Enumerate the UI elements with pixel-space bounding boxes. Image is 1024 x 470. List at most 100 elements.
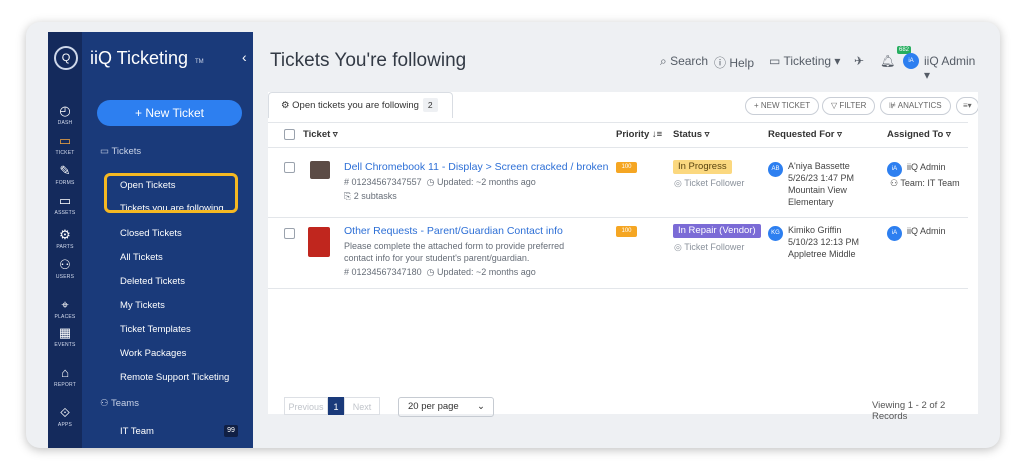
column-assigned-to[interactable]: Assigned To ▿ [887,129,951,140]
requested-for-cell: A'niya Bassette 5/26/23 1:47 PM Mountain… [788,160,878,208]
chevron-down-icon: ⌄ [477,401,485,412]
filter-icon: ▿ [834,129,842,140]
rail-label: FORMS [55,180,75,186]
rail-label: DASH [57,120,73,126]
previous-page-button[interactable]: Previous [284,397,328,415]
follower-tag: ◎ Ticket Follower [674,178,744,189]
requester-name[interactable]: Kimiko Griffin [788,224,878,236]
page-1-button[interactable]: 1 [328,397,344,415]
sidebar-item-all-tickets[interactable]: All Tickets [120,252,163,263]
assigned-team: ⚇ Team: IT Team [890,178,960,189]
sidebar-item-closed-tickets[interactable]: Closed Tickets [120,228,182,239]
highlight-outline [104,173,238,213]
gear-icon: ⚙ [59,227,71,242]
rail-label: ASSETS [54,210,76,216]
column-requested-for[interactable]: Requested For ▿ [768,129,842,140]
per-page-select[interactable]: 20 per page ⌄ [398,397,494,417]
sidebar-item-ticket-templates[interactable]: Ticket Templates [120,324,191,335]
icon-rail: ◴ DASH ▭ TICKET ✎ FORMS ▭ ASSETS ⚙ PARTS ⚇ USE… [48,32,82,448]
column-label: Assigned To [887,129,944,140]
bell-icon[interactable]: 🔔︎ [880,54,895,68]
rail-assets[interactable]: ▭ ASSETS [48,194,82,217]
rail-users[interactable]: ⚇ USERS [48,257,82,281]
rail-label: APPS [57,422,73,428]
follower-label: Ticket Follower [684,178,745,188]
divider [268,122,968,123]
team-count-badge: 99 [224,425,238,437]
column-label: Ticket [303,129,331,140]
user-icon: ⚇ [59,257,71,272]
search-label: Search [670,54,709,68]
rail-events[interactable]: ▦ EVENTS [48,326,82,349]
requester-name[interactable]: A'niya Bassette [788,160,878,172]
filter-button[interactable]: ▽ FILTER [822,97,876,115]
rail-forms[interactable]: ✎ FORMS [48,164,82,187]
column-ticket[interactable]: Ticket ▿ [303,129,338,140]
column-label: Priority [616,129,650,140]
sidebar-item-it-team[interactable]: IT Team [120,426,154,437]
new-ticket-button[interactable]: + New Ticket [97,100,242,126]
ticket-updated: Updated: ~2 months ago [436,177,536,187]
next-page-button[interactable]: Next [344,397,380,415]
tab-open-following[interactable]: ⚙ Open tickets you are following 2 [268,92,453,118]
select-all-checkbox[interactable] [284,129,295,140]
rail-places[interactable]: ⌖ PLACES [48,297,82,321]
analytics-label: ANALYTICS [897,101,942,110]
ticket-title-link[interactable]: Dell Chromebook 11 - Display > Screen cr… [344,161,608,173]
rail-label: PARTS [56,244,74,250]
send-icon[interactable]: ✈ [854,54,864,68]
requester-location: Appletree Middle [788,249,856,259]
divider [268,217,968,218]
sidebar-item-deleted-tickets[interactable]: Deleted Tickets [120,276,185,287]
rail-ticket[interactable]: ▭ TICKET [48,134,82,157]
user-name: iiQ Admin [924,54,976,68]
list-view-button[interactable]: ≡▾ [956,97,978,115]
priority-badge: 100 [616,226,637,237]
rail-apps[interactable]: ⟐ APPS [48,405,82,429]
help-link[interactable]: ⓘ Help [714,54,754,71]
brand-logo-icon: Q [54,46,78,70]
dashboard-icon: ◴ [59,103,71,118]
requested-date: 5/26/23 1:47 PM [788,173,855,183]
sidebar [82,32,253,448]
laptop-thumbnail [310,161,330,179]
row-checkbox[interactable] [284,162,295,173]
search-link[interactable]: ⌕ Search [660,54,708,69]
subtasks-link[interactable]: ⎘ 2 subtasks [344,191,397,202]
divider [268,288,968,289]
brand-trademark: TM [195,59,204,65]
tickets-card: ⚙ Open tickets you are following 2 + NEW … [268,92,978,422]
ticket-title-link[interactable]: Other Requests - Parent/Guardian Contact… [344,225,563,237]
location-pin-icon: ⌖ [61,297,69,312]
sidebar-item-work-packages[interactable]: Work Packages [120,348,186,359]
filter-icon: ▿ [702,129,710,140]
avatar: iA [887,226,902,241]
analytics-button[interactable]: ⊯ ANALYTICS [880,97,951,115]
eye-icon: ◎ [674,242,685,252]
rail-label: PLACES [54,314,76,320]
apps-icon: ⟐ [59,405,71,420]
sidebar-item-remote-support[interactable]: Remote Support Ticketing [120,372,229,383]
ticket-meta: # 01234567347180 ◷ Updated: ~2 months ag… [344,267,536,278]
clock-icon: ◷ [426,267,437,277]
collapse-sidebar-icon[interactable]: ‹ [242,49,247,65]
new-ticket-pill-button[interactable]: + NEW TICKET [745,97,820,115]
rail-dash[interactable]: ◴ DASH [48,103,82,127]
row-checkbox[interactable] [284,228,295,239]
column-priority[interactable]: Priority ↓≡ [616,129,662,140]
subtask-icon: ⎘ [344,191,354,201]
ticket-number: # 01234567347557 [344,177,422,187]
user-menu[interactable]: iiQ Admin ▾ [924,54,978,82]
module-switcher[interactable]: ▭ Ticketing ▾ [769,54,840,68]
brand-name: iiQ Ticketing [90,48,189,68]
records-count: Viewing 1 - 2 of 2 Records [872,400,946,422]
rail-parts[interactable]: ⚙ PARTS [48,227,82,251]
assigned-to-name[interactable]: iiQ Admin [907,226,946,236]
assigned-to-name[interactable]: iiQ Admin [907,162,946,172]
status-badge: In Repair (Vendor) [673,224,761,238]
section-label: Tickets [111,146,142,157]
rail-report[interactable]: ⌂ REPORT [48,366,82,389]
column-status[interactable]: Status ▿ [673,129,709,140]
sidebar-item-my-tickets[interactable]: My Tickets [120,300,165,311]
tickets-icon: ▭ [100,146,112,157]
